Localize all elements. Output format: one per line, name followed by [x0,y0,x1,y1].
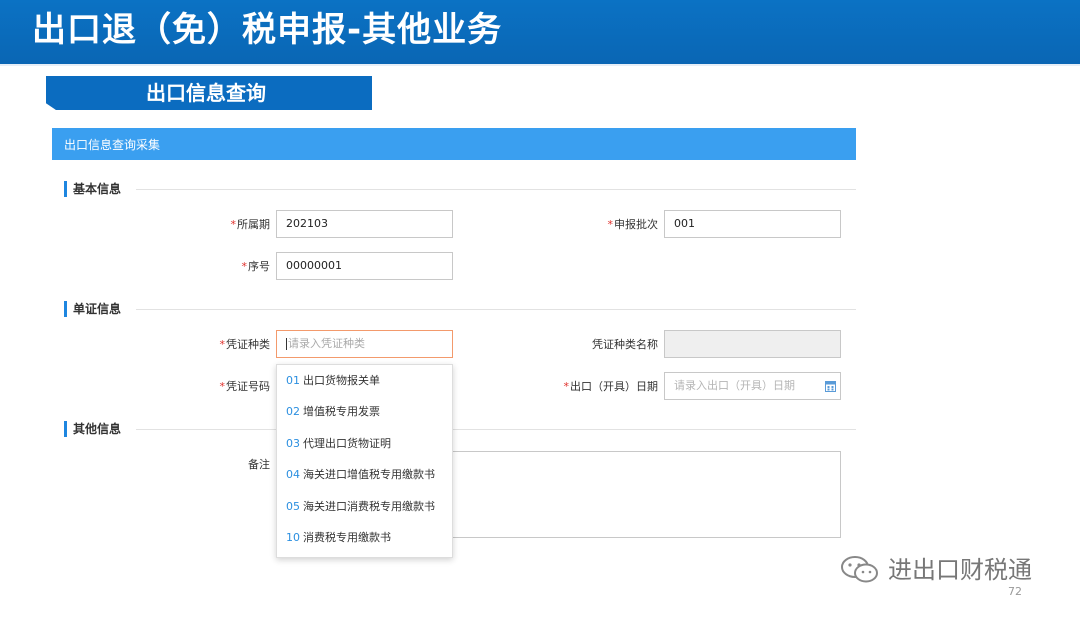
wechat-icon [841,556,878,583]
batch-label: *申报批次 [607,218,659,231]
required-mark: * [219,380,226,393]
section-tab: 出口信息查询 [46,76,372,110]
dropdown-option[interactable]: 04 海关进口增值税专用缴款书 [286,468,435,482]
export-date-placeholder: 请录入出口（开具）日期 [674,379,795,392]
form-header: 出口信息查询采集 [52,128,856,160]
group-divider-basic [136,189,856,190]
period-input[interactable]: 202103 [276,210,453,238]
form-header-label: 出口信息查询采集 [64,138,161,152]
doc-type-label: *凭证种类 [219,338,271,351]
doc-type-name-label: 凭证种类名称 [592,338,658,351]
group-title-document: 单证信息 [64,301,121,317]
page-title: 出口退（免）税申报-其他业务 [32,10,503,50]
group-divider-document [136,309,856,310]
doc-type-placeholder: 请录入凭证种类 [288,337,365,350]
dropdown-option[interactable]: 03 代理出口货物证明 [286,437,391,451]
doc-type-input[interactable]: 请录入凭证种类 [276,330,453,358]
doc-number-label: *凭证号码 [219,380,271,393]
text-caret [286,338,287,350]
period-label: *所属期 [230,218,271,231]
serial-label: *序号 [241,260,271,273]
serial-input[interactable]: 00000001 [276,252,453,280]
export-date-label: *出口（开具）日期 [563,380,659,393]
section-tab-label: 出口信息查询 [146,81,266,105]
watermark-text: 进出口财税通 [888,556,1032,584]
required-mark: * [241,260,248,273]
dropdown-option[interactable]: 01 出口货物报关单 [286,374,380,388]
export-date-input[interactable]: 请录入出口（开具）日期 [664,372,841,400]
remark-label: 备注 [248,458,270,471]
group-title-basic: 基本信息 [64,181,121,197]
batch-input[interactable]: 001 [664,210,841,238]
required-mark: * [607,218,614,231]
calendar-icon[interactable] [825,380,836,392]
page-number: 72 [1008,585,1022,598]
group-divider-other [136,429,856,430]
dropdown-option[interactable]: 05 海关进口消费税专用缴款书 [286,500,435,514]
top-banner: 出口退（免）税申报-其他业务 [0,0,1080,64]
doc-type-name-input [664,330,841,358]
required-mark: * [219,338,226,351]
dropdown-option[interactable]: 02 增值税专用发票 [286,405,380,419]
group-title-other: 其他信息 [64,421,121,437]
required-mark: * [563,380,570,393]
doc-type-dropdown: 01 出口货物报关单 02 增值税专用发票 03 代理出口货物证明 04 海关进口增值税… [276,364,453,558]
required-mark: * [230,218,237,231]
banner-divider [0,64,1080,66]
dropdown-option[interactable]: 10 消费税专用缴款书 [286,531,391,545]
